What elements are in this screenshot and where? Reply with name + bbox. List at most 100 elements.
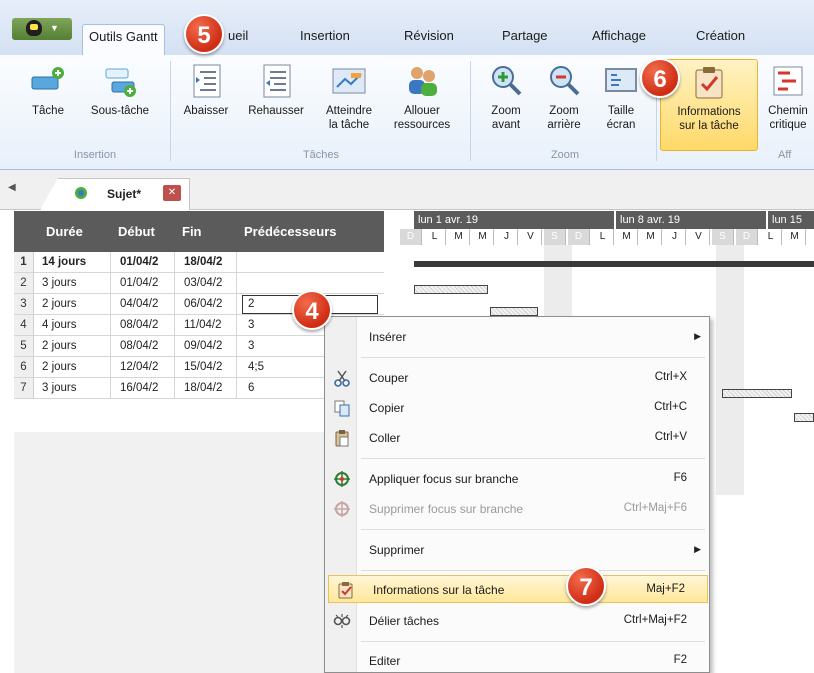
menu-item-label: Copier bbox=[369, 401, 405, 415]
document-tab-sujet[interactable]: Sujet* ✕ bbox=[40, 178, 190, 210]
gantt-day-label: M bbox=[616, 229, 638, 245]
cell-predecesseurs[interactable]: 6 bbox=[248, 382, 254, 394]
menu-shortcut: Maj+F2 bbox=[646, 583, 685, 595]
scroll-left-icon[interactable]: ◀ bbox=[8, 182, 16, 193]
goto-task-icon bbox=[332, 68, 366, 94]
cell-predecesseurs[interactable]: 3 bbox=[248, 319, 254, 331]
row-number[interactable]: 7 bbox=[14, 378, 34, 398]
task-info-clipboard-icon bbox=[695, 67, 723, 99]
menu-item-couper[interactable]: Couper Ctrl+X bbox=[325, 364, 709, 392]
task-button[interactable]: Tâche bbox=[26, 63, 70, 118]
cell-duree[interactable]: 3 jours bbox=[42, 277, 77, 289]
menu-item-inserer[interactable]: Insérer ▶ bbox=[325, 323, 709, 351]
submenu-arrow-icon: ▶ bbox=[694, 331, 701, 341]
cell-duree[interactable]: 14 jours bbox=[42, 256, 86, 268]
column-divider bbox=[110, 357, 111, 377]
tab-creation[interactable]: Création bbox=[690, 24, 751, 54]
menu-item-label: Appliquer focus sur branche bbox=[369, 472, 519, 486]
cell-predecesseurs[interactable]: 2 bbox=[248, 298, 254, 310]
column-header-debut[interactable]: Début bbox=[118, 224, 155, 239]
cell-duree[interactable]: 2 jours bbox=[42, 361, 77, 373]
row-number[interactable]: 5 bbox=[14, 336, 34, 356]
column-divider bbox=[110, 294, 111, 314]
tab-affichage[interactable]: Affichage bbox=[586, 24, 652, 54]
column-header-duree[interactable]: Durée bbox=[46, 224, 83, 239]
tab-outils-gantt[interactable]: Outils Gantt bbox=[82, 24, 165, 57]
tab-partage[interactable]: Partage bbox=[496, 24, 554, 54]
cell-duree[interactable]: 2 jours bbox=[42, 340, 77, 352]
zoom-in-button[interactable]: Zoom avant bbox=[480, 63, 532, 132]
gantt-task-bar[interactable] bbox=[414, 285, 488, 294]
table-row[interactable]: 1 14 jours 01/04/2 18/04/2 bbox=[14, 252, 384, 273]
cell-predecesseurs[interactable]: 4;5 bbox=[248, 361, 264, 373]
critical-path-button[interactable]: Chemin critique bbox=[762, 63, 814, 132]
cell-duree[interactable]: 3 jours bbox=[42, 382, 77, 394]
assign-resources-button[interactable]: Allouer ressources bbox=[384, 63, 460, 132]
chevron-down-icon: ▼ bbox=[50, 23, 59, 33]
cell-fin[interactable]: 18/04/2 bbox=[184, 382, 222, 394]
menu-item-delier-taches[interactable]: Délier tâches Ctrl+Maj+F2 bbox=[325, 607, 709, 635]
tab-revision[interactable]: Révision bbox=[398, 24, 460, 54]
menu-item-appliquer-focus[interactable]: Appliquer focus sur branche F6 bbox=[325, 465, 709, 493]
callout-badge-6: 6 bbox=[640, 58, 680, 98]
column-header-fin[interactable]: Fin bbox=[182, 224, 202, 239]
cell-fin[interactable]: 03/04/2 bbox=[184, 277, 222, 289]
gantt-task-bar[interactable] bbox=[490, 307, 538, 316]
fit-screen-button[interactable]: Taille écran bbox=[596, 63, 646, 132]
goto-task-button[interactable]: Atteindre la tâche bbox=[316, 63, 382, 132]
menu-item-coller[interactable]: Coller Ctrl+V bbox=[325, 424, 709, 452]
gantt-summary-bar[interactable] bbox=[414, 261, 814, 267]
demote-button-label: Abaisser bbox=[183, 105, 229, 117]
cell-duree[interactable]: 2 jours bbox=[42, 298, 77, 310]
cell-fin[interactable]: 06/04/2 bbox=[184, 298, 222, 310]
cell-debut[interactable]: 16/04/2 bbox=[120, 382, 158, 394]
cell-debut[interactable]: 04/04/2 bbox=[120, 298, 158, 310]
cell-debut[interactable]: 01/04/2 bbox=[120, 277, 158, 289]
cell-duree[interactable]: 4 jours bbox=[42, 319, 77, 331]
menu-item-label: Supprimer focus sur branche bbox=[369, 502, 524, 516]
column-divider bbox=[110, 336, 111, 356]
column-divider bbox=[174, 252, 175, 272]
column-divider bbox=[110, 252, 111, 272]
gantt-task-bar[interactable] bbox=[722, 389, 792, 398]
promote-button-label: Rehausser bbox=[248, 105, 304, 117]
cell-debut[interactable]: 12/04/2 bbox=[120, 361, 158, 373]
gantt-task-bar[interactable] bbox=[794, 413, 814, 422]
row-number[interactable]: 1 bbox=[14, 252, 34, 272]
tab-insertion[interactable]: Insertion bbox=[294, 24, 356, 54]
table-row[interactable]: 2 3 jours 01/04/2 03/04/2 bbox=[14, 273, 384, 294]
cell-fin[interactable]: 11/04/2 bbox=[184, 319, 222, 331]
gantt-day-label: M bbox=[472, 229, 494, 245]
row-number[interactable]: 3 bbox=[14, 294, 34, 314]
gantt-day-label: L bbox=[760, 229, 782, 245]
demote-button[interactable]: Abaisser bbox=[176, 63, 236, 118]
tab-accueil[interactable]: ueil bbox=[222, 24, 254, 54]
menu-item-copier[interactable]: Copier Ctrl+C bbox=[325, 394, 709, 422]
subtask-button-label: Sous-tâche bbox=[90, 105, 150, 117]
cell-fin[interactable]: 18/04/2 bbox=[184, 256, 222, 268]
promote-button[interactable]: Rehausser bbox=[240, 63, 312, 118]
group-label-insertion: Insertion bbox=[73, 149, 117, 161]
menu-item-informations-tache[interactable]: Informations sur la tâche Maj+F2 bbox=[328, 575, 708, 603]
document-tab-bar: ◀ Sujet* ✕ bbox=[0, 170, 814, 210]
cell-predecesseurs[interactable]: 3 bbox=[248, 340, 254, 352]
column-header-predecesseurs[interactable]: Prédécesseurs bbox=[244, 224, 337, 239]
cell-debut[interactable]: 01/04/2 bbox=[120, 256, 158, 268]
row-number[interactable]: 2 bbox=[14, 273, 34, 293]
column-divider bbox=[236, 252, 237, 272]
menu-item-editer[interactable]: Editer F2 bbox=[325, 647, 709, 673]
menu-item-supprimer[interactable]: Supprimer ▶ bbox=[325, 536, 709, 564]
zoom-out-button[interactable]: Zoom arrière bbox=[538, 63, 590, 132]
gantt-day-label: S bbox=[544, 229, 566, 245]
close-tab-icon[interactable]: ✕ bbox=[163, 185, 181, 201]
cell-fin[interactable]: 09/04/2 bbox=[184, 340, 222, 352]
add-task-icon bbox=[31, 67, 64, 90]
row-number[interactable]: 6 bbox=[14, 357, 34, 377]
subtask-button[interactable]: Sous-tâche bbox=[80, 63, 160, 118]
app-menu-button[interactable]: ▼ bbox=[12, 18, 72, 40]
row-number[interactable]: 4 bbox=[14, 315, 34, 335]
cell-fin[interactable]: 15/04/2 bbox=[184, 361, 222, 373]
cell-debut[interactable]: 08/04/2 bbox=[120, 319, 158, 331]
cell-debut[interactable]: 08/04/2 bbox=[120, 340, 158, 352]
column-divider bbox=[236, 336, 237, 356]
